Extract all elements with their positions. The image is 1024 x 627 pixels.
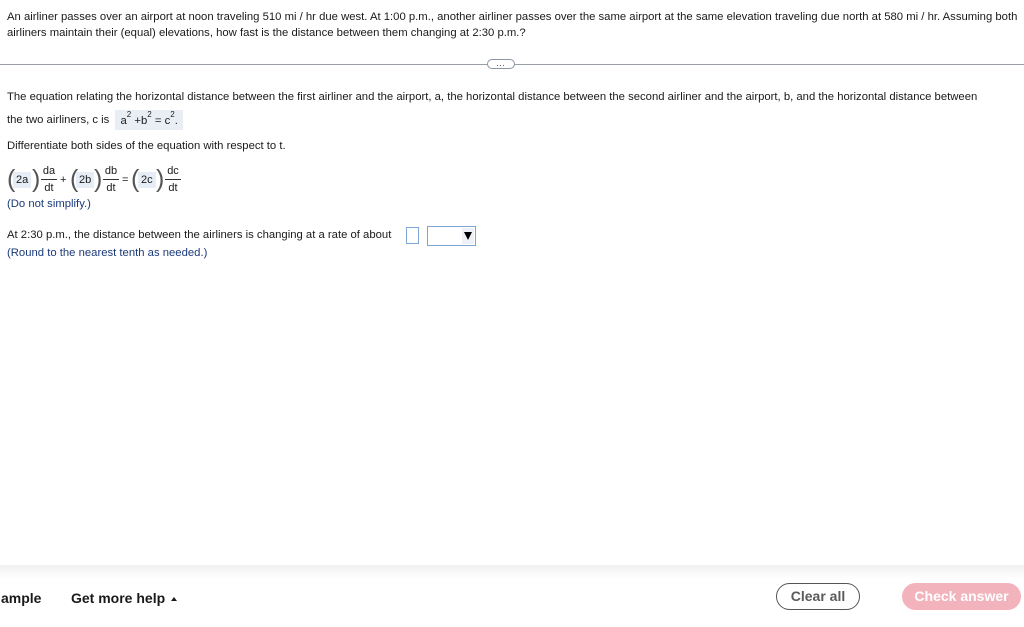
frac-bar xyxy=(103,179,119,180)
fraction-dc-dt: dc dt xyxy=(165,164,181,195)
pythagorean-equation: a2 +b2 = c2. xyxy=(115,110,183,130)
chevron-down-icon xyxy=(464,232,472,240)
frac-bar xyxy=(165,179,181,180)
answer-2b: 2b xyxy=(76,172,95,188)
expand-ellipsis-button[interactable]: … xyxy=(487,59,515,69)
frac-num-dc: dc xyxy=(167,165,179,177)
paren-close-2: ) xyxy=(94,165,103,193)
fraction-db-dt: db dt xyxy=(103,164,119,195)
fraction-da-dt: da dt xyxy=(41,164,57,195)
paren-close-3: ) xyxy=(156,165,165,193)
eq-period: . xyxy=(174,115,178,127)
footer-bar: ample Get more help Clear all Check answ… xyxy=(0,578,1024,618)
view-example-link[interactable]: ample xyxy=(1,590,41,606)
explanation-line-1: The equation relating the horizontal dis… xyxy=(7,91,978,103)
frac-den-dt: dt xyxy=(44,182,54,194)
equals-sign: = xyxy=(122,174,129,186)
get-more-help-button[interactable]: Get more help xyxy=(71,590,178,606)
caret-up-icon xyxy=(171,597,178,601)
answer-2c: 2c xyxy=(138,172,156,188)
question-text: An airliner passes over an airport at no… xyxy=(7,11,1018,39)
get-more-help-label: Get more help xyxy=(71,590,166,606)
frac-num-db: db xyxy=(104,165,118,177)
frac-den-dt: dt xyxy=(168,182,178,194)
step-equation-explanation: The equation relating the horizontal dis… xyxy=(7,89,1017,130)
clear-all-button[interactable]: Clear all xyxy=(776,583,860,610)
rate-question-text: At 2:30 p.m., the distance between the a… xyxy=(7,229,392,241)
paren-close-1: ) xyxy=(32,165,41,193)
round-hint: (Round to the nearest tenth as needed.) xyxy=(7,247,208,259)
rate-answer-input[interactable] xyxy=(406,227,419,244)
frac-num-da: da xyxy=(42,165,56,177)
do-not-simplify-hint: (Do not simplify.) xyxy=(7,198,91,210)
frac-bar xyxy=(41,179,57,180)
rate-question-row: At 2:30 p.m., the distance between the a… xyxy=(7,226,476,247)
frac-den-dt: dt xyxy=(106,182,116,194)
check-answer-button[interactable]: Check answer xyxy=(902,583,1021,610)
plus-sign: + xyxy=(60,174,67,186)
explanation-line-2: the two airliners, c is a2 +b2 = c2. xyxy=(7,110,1017,130)
eq-exp-b: 2 xyxy=(147,110,152,119)
eq-equals: = xyxy=(154,115,162,127)
units-dropdown[interactable] xyxy=(427,226,476,246)
eq-plus: + xyxy=(134,115,141,127)
differentiate-instruction: Differentiate both sides of the equation… xyxy=(7,140,286,152)
explanation-line-2-text: the two airliners, c is xyxy=(7,114,110,126)
answer-2a: 2a xyxy=(13,172,32,188)
eq-exp-a: 2 xyxy=(126,110,132,119)
